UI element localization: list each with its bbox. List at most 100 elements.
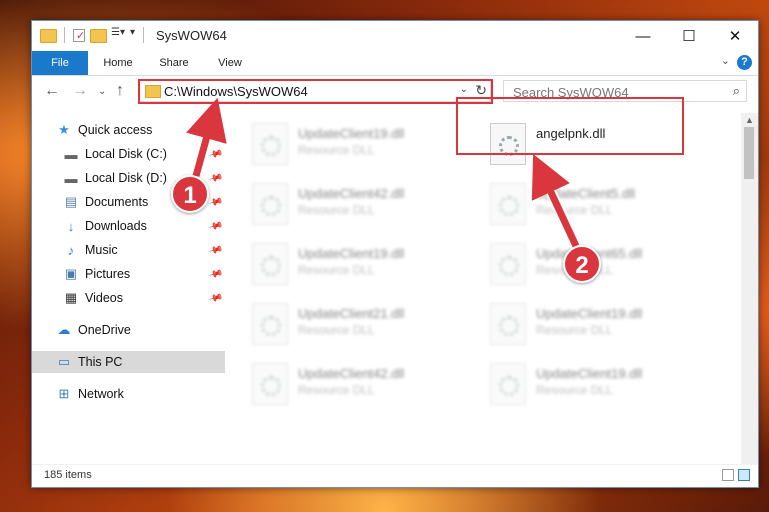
file-name: UpdateClient19.dll (298, 126, 405, 141)
help-icon[interactable]: ? (737, 55, 752, 70)
sidebar-item-network[interactable]: ⊞ Network (32, 383, 225, 405)
file-name: UpdateClient5.dll (536, 186, 636, 201)
dll-file-icon (252, 363, 288, 405)
sidebar-item-videos[interactable]: ▦ Videos 📌 (32, 287, 225, 309)
sidebar-item-label: This PC (78, 355, 123, 369)
pin-icon[interactable]: 📌 (207, 194, 223, 210)
file-item[interactable]: UpdateClient42.dll Resource DLL (228, 359, 458, 409)
view-toggle (722, 469, 750, 481)
properties-icon[interactable]: ✓ (73, 28, 85, 42)
file-item[interactable]: UpdateClient5.dll Resource DLL (466, 179, 696, 229)
chevron-down-icon[interactable]: ▾ (130, 27, 135, 43)
document-icon: ▤ (64, 194, 78, 209)
pin-icon[interactable]: 📌 (207, 290, 223, 306)
sidebar-item-downloads[interactable]: ↓ Downloads 📌 (32, 215, 225, 237)
tab-file[interactable]: File (32, 51, 88, 75)
sidebar-item-label: Local Disk (C:) (85, 147, 167, 161)
pin-icon[interactable]: 📌 (207, 146, 223, 162)
file-item[interactable]: UpdateClient21.dll Resource DLL (228, 299, 458, 349)
tab-view[interactable]: View (206, 51, 254, 75)
title-bar: ✓ ☰▾ ▾ SysWOW64 — ☐ ✕ (32, 21, 758, 51)
new-folder-icon[interactable] (90, 27, 107, 43)
sidebar-item-onedrive[interactable]: ☁ OneDrive (32, 319, 225, 341)
explorer-window: ✓ ☰▾ ▾ SysWOW64 — ☐ ✕ File Home Share Vi… (31, 20, 759, 488)
pictures-icon: ▣ (64, 266, 78, 281)
drive-icon: ▬ (64, 170, 78, 186)
tiles-view-icon[interactable] (738, 469, 750, 481)
video-icon: ▦ (64, 290, 78, 305)
dll-file-icon (490, 363, 526, 405)
file-name: UpdateClient21.dll (298, 306, 405, 321)
dll-file-icon (490, 183, 526, 225)
scrollbar-thumb[interactable] (744, 127, 754, 179)
title-separator (143, 27, 145, 43)
navigation-pane: ★ Quick access ▬ Local Disk (C:) 📌 ▬ Loc… (32, 113, 225, 453)
network-icon: ⊞ (58, 386, 70, 401)
file-item[interactable]: UpdateClient19.dll Resource DLL (228, 119, 458, 169)
callout-2: 2 (563, 245, 601, 283)
file-type: Resource DLL (298, 143, 375, 157)
file-type: Resource DLL (536, 323, 613, 337)
file-item[interactable]: UpdateClient42.dll Resource DLL (228, 179, 458, 229)
pin-icon[interactable]: 📌 (207, 266, 223, 282)
ribbon-tabs: File Home Share View ⌄ ? (32, 51, 758, 76)
item-count: 185 items (44, 469, 92, 481)
file-highlight-box (456, 97, 684, 155)
file-type: Resource DLL (298, 263, 375, 277)
sidebar-item-this-pc[interactable]: ▭ This PC (32, 351, 225, 373)
sidebar-item-label: Network (78, 387, 124, 401)
file-item[interactable]: UpdateClient19.dll Resource DLL (228, 239, 458, 289)
pin-icon[interactable]: 📌 (207, 242, 223, 258)
drive-icon: ▬ (64, 146, 78, 162)
back-arrow-icon[interactable]: ← (44, 82, 60, 100)
sidebar-item-pictures[interactable]: ▣ Pictures 📌 (32, 263, 225, 285)
file-name: UpdateClient19.dll (298, 246, 405, 261)
sidebar-item-label: Local Disk (D:) (85, 171, 167, 185)
sidebar-item-label: Pictures (85, 267, 131, 281)
ribbon-expand-icon[interactable]: ⌄ (721, 54, 730, 67)
tab-share[interactable]: Share (150, 51, 198, 75)
dll-file-icon (252, 183, 288, 225)
scroll-up-icon[interactable]: ▲ (745, 115, 754, 125)
dll-file-icon (252, 303, 288, 345)
tab-home[interactable]: Home (94, 51, 142, 75)
sidebar-item-label: Documents (85, 195, 149, 209)
maximize-button[interactable]: ☐ (666, 21, 712, 51)
dll-file-icon (252, 123, 288, 165)
file-type: Resource DLL (536, 383, 613, 397)
up-arrow-icon[interactable]: ↑ (116, 82, 124, 100)
window-title: SysWOW64 (156, 27, 227, 43)
title-separator (64, 27, 65, 43)
close-button[interactable]: ✕ (712, 21, 758, 51)
sidebar-item-quick-access[interactable]: ★ Quick access (32, 119, 225, 141)
file-type: Resource DLL (298, 323, 375, 337)
sidebar-item-label: OneDrive (78, 323, 131, 337)
file-type: Resource DLL (298, 383, 375, 397)
vertical-scrollbar[interactable]: ▲ (741, 113, 758, 469)
recent-locations-icon[interactable]: ⌄ (98, 86, 106, 97)
file-list: UpdateClient19.dll Resource DLL UpdateCl… (228, 113, 743, 453)
quick-access-toolbar: ✓ ☰▾ ▾ SysWOW64 (40, 27, 227, 43)
details-view-icon[interactable] (722, 469, 734, 481)
file-item[interactable]: UpdateClient19.dll Resource DLL (466, 299, 696, 349)
computer-icon: ▭ (57, 354, 71, 369)
forward-arrow-icon[interactable]: → (72, 82, 88, 100)
file-type: Resource DLL (536, 203, 613, 217)
minimize-button[interactable]: — (620, 21, 666, 51)
callout-1: 1 (171, 175, 209, 213)
sidebar-item-music[interactable]: ♪ Music 📌 (32, 239, 225, 261)
dll-file-icon (252, 243, 288, 285)
pin-icon[interactable]: 📌 (207, 170, 223, 186)
sidebar-item-label: Quick access (78, 123, 153, 137)
dll-file-icon (490, 303, 526, 345)
customize-toolbar-icon[interactable]: ☰▾ (111, 27, 125, 43)
sidebar-item-local-disk-c[interactable]: ▬ Local Disk (C:) 📌 (32, 143, 225, 165)
search-icon[interactable]: ⌕ (733, 83, 740, 99)
file-item[interactable]: UpdateClient19.dll Resource DLL (466, 359, 696, 409)
dll-file-icon (490, 243, 526, 285)
file-name: UpdateClient42.dll (298, 366, 405, 381)
folder-icon (40, 27, 57, 43)
file-type: Resource DLL (298, 203, 375, 217)
file-name: UpdateClient19.dll (536, 366, 643, 381)
pin-icon[interactable]: 📌 (207, 218, 223, 234)
